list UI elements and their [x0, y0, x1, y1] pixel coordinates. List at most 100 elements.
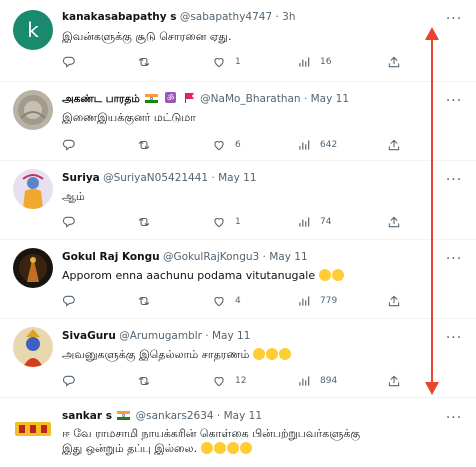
retweet-button[interactable] [137, 54, 160, 70]
separator-dot: · [262, 251, 266, 263]
timestamp[interactable]: May 11 [269, 251, 307, 263]
author-handle[interactable]: @GokulRajKongu3 [163, 251, 259, 263]
share-icon [387, 374, 401, 388]
like-button[interactable]: 6 [212, 137, 241, 153]
timestamp[interactable]: May 11 [212, 330, 250, 342]
tweet-actions: 12 894 [62, 373, 408, 389]
retweet-button[interactable] [137, 293, 160, 309]
like-button[interactable]: 1 [212, 54, 241, 70]
red-flag-icon [184, 93, 194, 103]
tweet-actions: 1 16 [62, 54, 408, 70]
like-button[interactable]: 4 [212, 293, 241, 309]
reply-button[interactable] [62, 54, 85, 70]
like-count: 1 [235, 217, 241, 227]
avatar[interactable] [13, 169, 53, 209]
like-count: 12 [235, 376, 247, 386]
om-icon: ॐ [165, 92, 177, 103]
views-icon [297, 138, 311, 152]
timestamp[interactable]: May 11 [218, 172, 256, 184]
like-button[interactable]: 12 [212, 373, 246, 389]
separator-dot: · [275, 11, 279, 23]
views-button[interactable]: 642 [297, 137, 337, 153]
svg-text:ॐ: ॐ [167, 94, 174, 103]
author-handle[interactable]: @NaMo_Bharathan [200, 93, 300, 105]
tweet-item[interactable]: k kanakasabapathy s @sabapathy4747 · 3h … [0, 0, 476, 82]
views-icon [297, 55, 311, 69]
more-icon[interactable]: ··· [444, 331, 464, 347]
tweet-text: இணைஇயக்குனர் மட்டுமா [62, 111, 196, 124]
rofl-emoji-icon [239, 442, 252, 454]
author-name[interactable]: Gokul Raj Kongu [62, 251, 160, 263]
separator-dot: · [211, 172, 215, 184]
retweet-icon [137, 294, 151, 308]
author-name[interactable]: sankar s [62, 410, 112, 422]
views-count: 894 [320, 376, 338, 386]
tweet-header: sankar s @sankars2634 · May 11 [62, 409, 436, 423]
rofl-emoji-icon [226, 442, 239, 454]
reply-icon [62, 138, 76, 152]
like-count: 1 [235, 57, 241, 67]
author-name[interactable]: kanakasabapathy s [62, 11, 176, 23]
more-icon[interactable]: ··· [444, 94, 464, 110]
reply-button[interactable] [62, 137, 85, 153]
views-button[interactable]: 894 [297, 373, 337, 389]
avatar[interactable] [13, 408, 53, 448]
views-button[interactable]: 779 [297, 293, 337, 309]
like-button[interactable]: 1 [212, 214, 241, 230]
avatar[interactable] [13, 90, 53, 130]
author-handle[interactable]: @sankars2634 [136, 410, 214, 422]
avatar-image [13, 248, 53, 288]
separator-dot: · [303, 93, 308, 105]
timestamp[interactable]: May 11 [311, 93, 349, 105]
retweet-button[interactable] [137, 214, 160, 230]
tweet-text-content: அவனுகளுக்கு இதெல்லாம் சாதரணம் [62, 348, 250, 361]
timestamp[interactable]: 3h [282, 11, 295, 23]
separator-dot: · [205, 330, 209, 342]
tweet-item[interactable]: அகண்ட பாரதம் ॐ @NaMo_Bharathan · May 11 … [0, 82, 476, 161]
laughing-emoji-icon [213, 442, 226, 454]
author-name[interactable]: அகண்ட பாரதம் [62, 93, 140, 105]
tweet-item[interactable]: sankar s @sankars2634 · May 11 ··· ஈ வே … [0, 398, 476, 467]
retweet-button[interactable] [137, 373, 160, 389]
tweet-item[interactable]: Gokul Raj Kongu @GokulRajKongu3 · May 11… [0, 240, 476, 319]
views-count: 74 [320, 217, 332, 227]
share-icon [387, 215, 401, 229]
reply-button[interactable] [62, 293, 85, 309]
share-button[interactable] [387, 137, 401, 153]
tweet-text: ஈ வே ராமசாமி நாயக்கரின் கொள்கை பின்பற்று… [62, 426, 456, 456]
tweet-actions: 6 642 [62, 137, 408, 153]
avatar[interactable]: k [13, 10, 53, 50]
tweet-header: kanakasabapathy s @sabapathy4747 · 3h [62, 10, 436, 24]
tweet-item[interactable]: Suriya @SuriyaN05421441 · May 11 ··· ஆம்… [0, 161, 476, 240]
avatar-image [13, 408, 53, 448]
retweet-button[interactable] [137, 137, 160, 153]
share-button[interactable] [387, 373, 401, 389]
more-icon[interactable]: ··· [444, 12, 464, 28]
share-icon [387, 55, 401, 69]
author-name[interactable]: Suriya [62, 172, 100, 184]
author-handle[interactable]: @Arumugamblr [119, 330, 202, 342]
avatar[interactable] [13, 327, 53, 367]
views-button[interactable]: 74 [297, 214, 331, 230]
avatar[interactable] [13, 248, 53, 288]
rofl-emoji-icon [278, 348, 291, 360]
share-button[interactable] [387, 54, 401, 70]
author-handle[interactable]: @SuriyaN05421441 [103, 172, 208, 184]
laughing-emoji-icon [200, 442, 213, 454]
more-icon[interactable]: ··· [444, 173, 464, 189]
more-icon[interactable]: ··· [444, 252, 464, 268]
india-flag-icon [145, 94, 159, 103]
reply-button[interactable] [62, 373, 85, 389]
tweet-item[interactable]: SivaGuru @Arumugamblr · May 11 ··· அவனுக… [0, 319, 476, 398]
more-icon[interactable]: ··· [444, 411, 464, 427]
reply-button[interactable] [62, 214, 85, 230]
share-button[interactable] [387, 214, 401, 230]
timestamp[interactable]: May 11 [224, 410, 262, 422]
share-button[interactable] [387, 293, 401, 309]
tweet-header: Gokul Raj Kongu @GokulRajKongu3 · May 11 [62, 250, 436, 264]
views-button[interactable]: 16 [297, 54, 331, 70]
author-name[interactable]: SivaGuru [62, 330, 116, 342]
tweet-header: SivaGuru @Arumugamblr · May 11 [62, 329, 436, 343]
author-handle[interactable]: @sabapathy4747 [180, 11, 272, 23]
tweet-text-line-2: இது ஒன்றும் தப்பு இல்லை. [62, 441, 456, 456]
